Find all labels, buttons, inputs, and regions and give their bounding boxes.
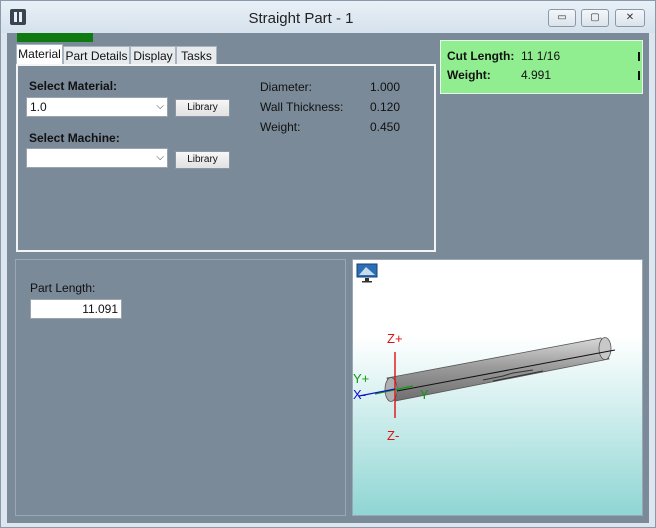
select-machine-label: Select Machine: xyxy=(29,131,120,145)
material-select[interactable]: 1.0 ⌵ xyxy=(26,97,168,117)
window-title: Straight Part - 1 xyxy=(248,10,354,27)
cut-length-label: Cut Length: xyxy=(447,49,515,63)
z-plus-label: Z+ xyxy=(387,331,403,346)
chevron-down-icon: ⌵ xyxy=(156,101,164,112)
cut-length-value: 11 1/16 xyxy=(521,49,561,63)
3d-viewport[interactable]: Z+ Z- Y+ X- Y xyxy=(352,259,643,516)
minimize-button[interactable]: ▭ xyxy=(548,9,576,27)
progress-bar xyxy=(17,33,93,42)
weight-summary-value: 4.991 xyxy=(521,68,552,82)
weight-summary-label: Weight: xyxy=(447,68,491,82)
maximize-icon: ▢ xyxy=(590,12,600,23)
tab-material[interactable]: Material xyxy=(16,44,63,66)
chevron-down-icon: ⌵ xyxy=(156,152,164,163)
tab-tasks[interactable]: Tasks xyxy=(176,46,217,65)
weight-marker xyxy=(638,71,640,80)
part-length-panel: Part Length: 11.091 xyxy=(15,259,346,516)
y-axis-label: Y xyxy=(420,387,429,402)
cut-length-marker xyxy=(638,52,640,61)
diameter-value: 1.000 xyxy=(370,80,401,94)
title-bar[interactable]: Straight Part - 1 ▭ ▢ ✕ xyxy=(1,1,655,33)
select-material-label: Select Material: xyxy=(29,79,118,93)
wall-thickness-value: 0.120 xyxy=(370,100,401,114)
minimize-icon: ▭ xyxy=(557,12,567,23)
z-minus-label: Z- xyxy=(387,428,399,443)
maximize-button[interactable]: ▢ xyxy=(581,9,609,27)
machine-select[interactable]: ⌵ xyxy=(26,148,168,168)
tab-part-details[interactable]: Part Details xyxy=(63,46,130,65)
client-area: Material Part Details Display Tasks Sele… xyxy=(7,33,649,523)
part-length-label: Part Length: xyxy=(30,281,96,295)
wall-thickness-label: Wall Thickness: xyxy=(260,100,344,114)
close-button[interactable]: ✕ xyxy=(615,9,645,27)
straight-part-window: Straight Part - 1 ▭ ▢ ✕ Material Part De… xyxy=(0,0,656,528)
y-plus-label: Y+ xyxy=(353,371,369,386)
tube-scene: Z+ Z- Y+ X- Y xyxy=(353,331,616,443)
machine-library-button[interactable]: Library xyxy=(175,151,230,169)
weight-value: 0.450 xyxy=(370,120,401,134)
diameter-label: Diameter: xyxy=(260,80,313,94)
tab-display[interactable]: Display xyxy=(130,46,176,65)
material-library-button[interactable]: Library xyxy=(175,99,230,117)
close-icon: ✕ xyxy=(625,12,635,23)
summary-panel: Cut Length: 11 1/16 Weight: 4.991 xyxy=(440,40,643,94)
x-minus-label: X- xyxy=(353,387,366,402)
material-select-value: 1.0 xyxy=(30,100,47,114)
weight-label: Weight: xyxy=(260,120,301,134)
material-tab-panel: Select Material: 1.0 ⌵ Library Select Ma… xyxy=(16,64,436,252)
part-length-input[interactable]: 11.091 xyxy=(30,299,122,319)
